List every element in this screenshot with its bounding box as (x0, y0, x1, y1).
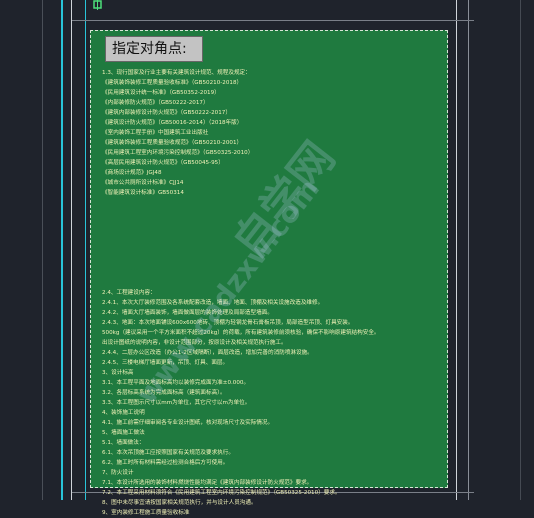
note-line: 5、墙面施工做法 (102, 430, 145, 436)
note-line: 6.1、本次吊顶施工应按照国家有关规范及要求执行。 (102, 450, 234, 456)
note-line: 《民用建筑设计统一标准》（GB50352-2019） (102, 90, 220, 96)
cad-drawing-canvas[interactable]: 1.3、现行国家及行业主要有关建筑设计规范、规程及规定： 《建筑装饰装修工程质量… (0, 0, 534, 516)
crosshair-cursor-icon (93, 0, 102, 10)
note-line: 500kg（建议采用一个平方米面积不超过20kg）的荷载，所有建筑装修前须核验，… (102, 330, 380, 336)
note-line: 《建筑装饰装修工程质量验收标准》（GB50210-2018） (102, 80, 243, 86)
note-line: 7.1、本设计所选用的装饰材料燃烧性能均满足《建筑内部装修设计防火规范》要求。 (102, 480, 313, 486)
frame-line-right-2 (468, 0, 469, 500)
design-notes-text-block[interactable]: 1.3、现行国家及行业主要有关建筑设计规范、规程及规定： 《建筑装饰装修工程质量… (102, 68, 442, 518)
note-line: 7、防火设计 (102, 470, 134, 476)
note-line: 1.3、现行国家及行业主要有关建筑设计规范、规程及规定： (102, 70, 251, 76)
frame-line-top (72, 20, 474, 21)
command-prompt-tooltip: 指定对角点: (105, 36, 203, 62)
note-line: 出设计图纸的说明内容，非设计范围部分，按原设计及相关规范执行施工。 (102, 340, 287, 346)
note-line: 2.4.4、二层办公区改造（办公1-2区域隔断），面层改造，增加完善的消防喷淋设… (102, 350, 313, 356)
note-line: 4、装饰施工说明 (102, 410, 145, 416)
axis-line-white (71, 0, 72, 500)
note-line: 2.4.1、本次大厅装修范围及各系统配套改造，墙面、地面、顶棚及相关设施改造及维… (102, 300, 324, 306)
note-line: 《内部装修防火规范》（GB50222-2017） (102, 100, 209, 106)
note-line: 9、室内装修工程施工质量验收标准 (102, 510, 190, 516)
dim-line-far-right (520, 0, 521, 500)
note-line: 《建筑装饰装修工程质量验收规范》（GB50210-2001） (102, 140, 243, 146)
axis-line-cyan-1 (61, 0, 63, 500)
note-line: 4.1、施工前需仔细审阅各专业设计图纸，核对现场尺寸及实际情况。 (102, 420, 274, 426)
note-line: 2.4.3、地面：本次地面铺设600x600地砖、顶棚为轻钢龙骨石膏板吊顶，局部… (102, 320, 354, 326)
guide-line-left (42, 0, 43, 500)
note-line: 6.2、施工时所有材料需经过检测合格后方可使用。 (102, 460, 229, 466)
frame-line-right (456, 0, 457, 500)
note-line: 2.4.2、墙面大厅墙面装饰，墙面做面层的装饰处理及局部造型墙面。 (102, 310, 273, 316)
note-line: 5.1、墙面做法： (102, 440, 145, 446)
note-line: 《建筑内部装修设计防火规范》（GB50222-2017） (102, 110, 231, 116)
note-line: 《建筑设计防火规范》（GB50016-2014）（2018年版） (102, 120, 243, 126)
axis-line-cyan-2 (85, 0, 86, 500)
note-line: 2.4、工程建设内容： (102, 290, 156, 296)
note-line: 7.2、本工程采用材料须符合《民用建筑工程室内环境污染控制规范》（GB50325… (102, 490, 341, 496)
note-line: 《室内装饰工程手册》中国建筑工业出版社 (102, 130, 209, 136)
